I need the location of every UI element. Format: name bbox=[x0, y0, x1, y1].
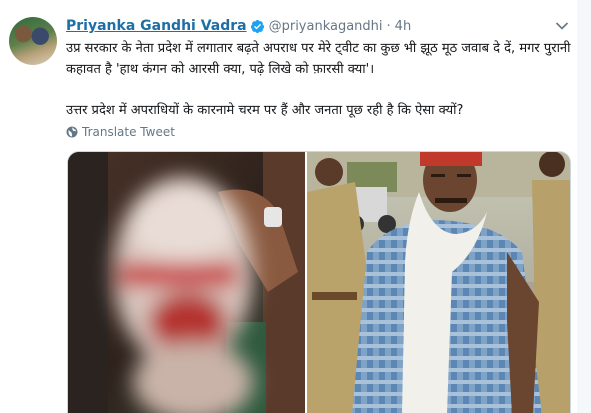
media-photo-left[interactable] bbox=[68, 152, 305, 413]
tweet-text-paragraph: उप्र सरकार के नेता प्रदेश में लगातार बढ़… bbox=[66, 41, 571, 77]
verified-badge-icon bbox=[250, 19, 264, 33]
arrested-man-photo bbox=[307, 152, 570, 413]
tweet-text-paragraph: उत्तर प्रदेश में अपराधियों के कारनामे चर… bbox=[66, 103, 464, 118]
tweet-header: Priyanka Gandhi Vadra @priyankagandhi · … bbox=[66, 17, 411, 35]
tweet-card: Priyanka Gandhi Vadra @priyankagandhi · … bbox=[0, 0, 591, 413]
translate-tweet-link[interactable]: Translate Tweet bbox=[66, 124, 175, 140]
blurred-injury-photo bbox=[68, 152, 305, 413]
scrollbar-track[interactable] bbox=[577, 0, 591, 413]
media-photo-right[interactable] bbox=[307, 152, 570, 413]
tweet-timestamp[interactable]: 4h bbox=[395, 19, 412, 34]
chevron-down-icon[interactable] bbox=[555, 21, 569, 31]
translate-tweet-label: Translate Tweet bbox=[82, 125, 175, 139]
avatar[interactable] bbox=[9, 17, 57, 65]
author-name[interactable]: Priyanka Gandhi Vadra bbox=[66, 18, 247, 34]
author-handle[interactable]: @priyankagandhi bbox=[269, 19, 383, 34]
tweet-media[interactable] bbox=[67, 151, 571, 413]
header-separator: · bbox=[386, 18, 391, 34]
globe-icon bbox=[66, 126, 78, 138]
tweet-text: उप्र सरकार के नेता प्रदेश में लगातार बढ़… bbox=[66, 38, 581, 121]
